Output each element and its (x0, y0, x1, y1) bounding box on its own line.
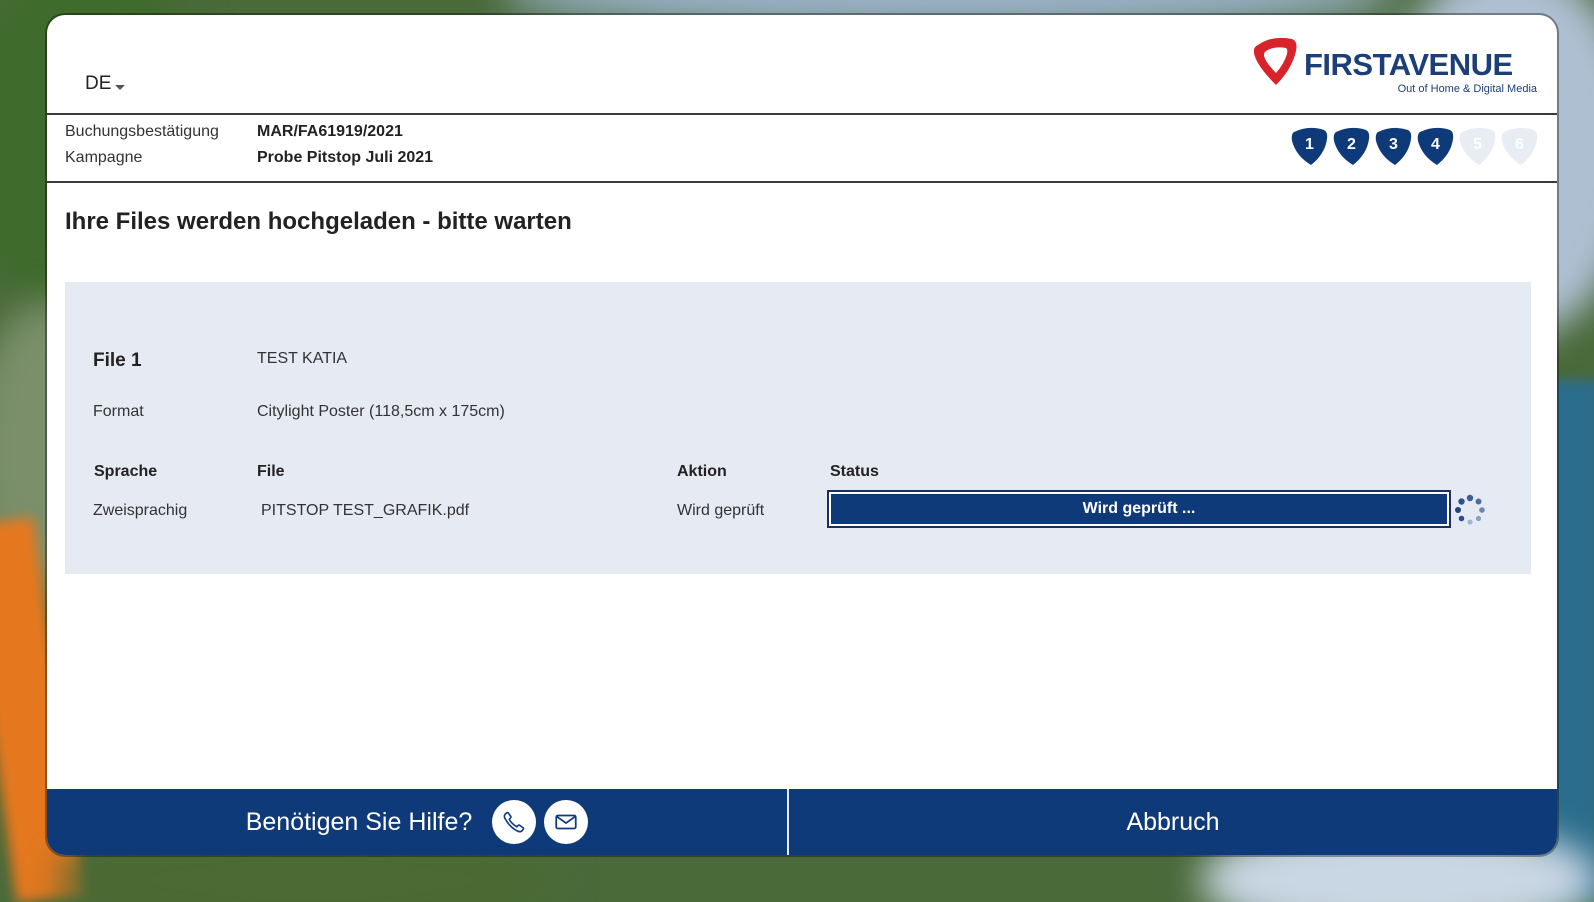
step-badge-3: 3 (1374, 126, 1413, 166)
booking-confirmation-value: MAR/FA61919/2021 (257, 123, 403, 140)
page-title: Ihre Files werden hochgeladen - bitte wa… (65, 208, 572, 235)
help-text: Benötigen Sie Hilfe? (245, 807, 473, 836)
step-number: 2 (1347, 136, 1356, 153)
status-progress-bar: Wird geprüft ... (827, 490, 1451, 528)
mail-button[interactable] (544, 800, 589, 844)
format-value: Citylight Poster (118,5cm x 175cm) (257, 403, 505, 420)
phone-button[interactable] (492, 800, 537, 844)
step-number: 6 (1515, 136, 1524, 153)
file-name-cell: PITSTOP TEST_GRAFIK.pdf (261, 502, 470, 519)
mail-icon (555, 814, 577, 830)
campaign-label: Kampagne (65, 149, 143, 166)
column-header-aktion: Aktion (677, 463, 727, 480)
column-header-status: Status (830, 463, 879, 480)
action-cell: Wird geprüft (677, 502, 765, 519)
loading-spinner-icon (1455, 494, 1485, 525)
logo-pin-icon (1253, 37, 1297, 85)
upload-dialog: DE FIRSTAVENUE Out of Home & Digital Med… (47, 15, 1557, 855)
cancel-button[interactable]: Abbruch (789, 789, 1557, 855)
language-label: DE (85, 73, 112, 94)
language-cell: Zweisprachig (93, 502, 188, 519)
language-selector[interactable]: DE (85, 73, 126, 95)
help-section: Benötigen Sie Hilfe? (47, 789, 787, 855)
column-header-file: File (257, 463, 285, 480)
footer-divider (787, 789, 789, 855)
file-upload-panel: File 1 TEST KATIA Format Citylight Poste… (65, 282, 1531, 574)
step-indicator: 1 2 3 4 5 6 (1290, 126, 1539, 166)
chevron-down-icon (115, 84, 126, 90)
file-title-value: TEST KATIA (257, 350, 348, 367)
phone-icon (503, 811, 525, 833)
top-bar: DE FIRSTAVENUE Out of Home & Digital Med… (47, 15, 1557, 115)
firstavenue-logo: FIRSTAVENUE Out of Home & Digital Media (1252, 35, 1537, 101)
step-badge-1: 1 (1290, 126, 1329, 166)
step-badge-6: 6 (1500, 126, 1539, 166)
booking-confirmation-label: Buchungsbestätigung (65, 123, 219, 140)
step-number: 5 (1473, 136, 1482, 153)
step-badge-4: 4 (1416, 126, 1455, 166)
footer-bar: Benötigen Sie Hilfe? Abbruch (47, 789, 1557, 855)
step-badge-5: 5 (1458, 126, 1497, 166)
format-label: Format (93, 403, 144, 420)
column-header-sprache: Sprache (94, 463, 158, 480)
step-number: 1 (1305, 136, 1314, 153)
step-number: 3 (1389, 136, 1398, 153)
logo-wordmark: FIRSTAVENUE (1304, 47, 1513, 82)
campaign-value: Probe Pitstop Juli 2021 (257, 149, 434, 166)
logo-tagline: Out of Home & Digital Media (1397, 83, 1537, 95)
step-badge-2: 2 (1332, 126, 1371, 166)
file-number-label: File 1 (93, 350, 142, 371)
step-number: 4 (1431, 136, 1440, 153)
status-progress-label: Wird geprüft ... (831, 494, 1447, 524)
booking-info-bar: Buchungsbestätigung MAR/FA61919/2021 Kam… (47, 115, 1557, 183)
